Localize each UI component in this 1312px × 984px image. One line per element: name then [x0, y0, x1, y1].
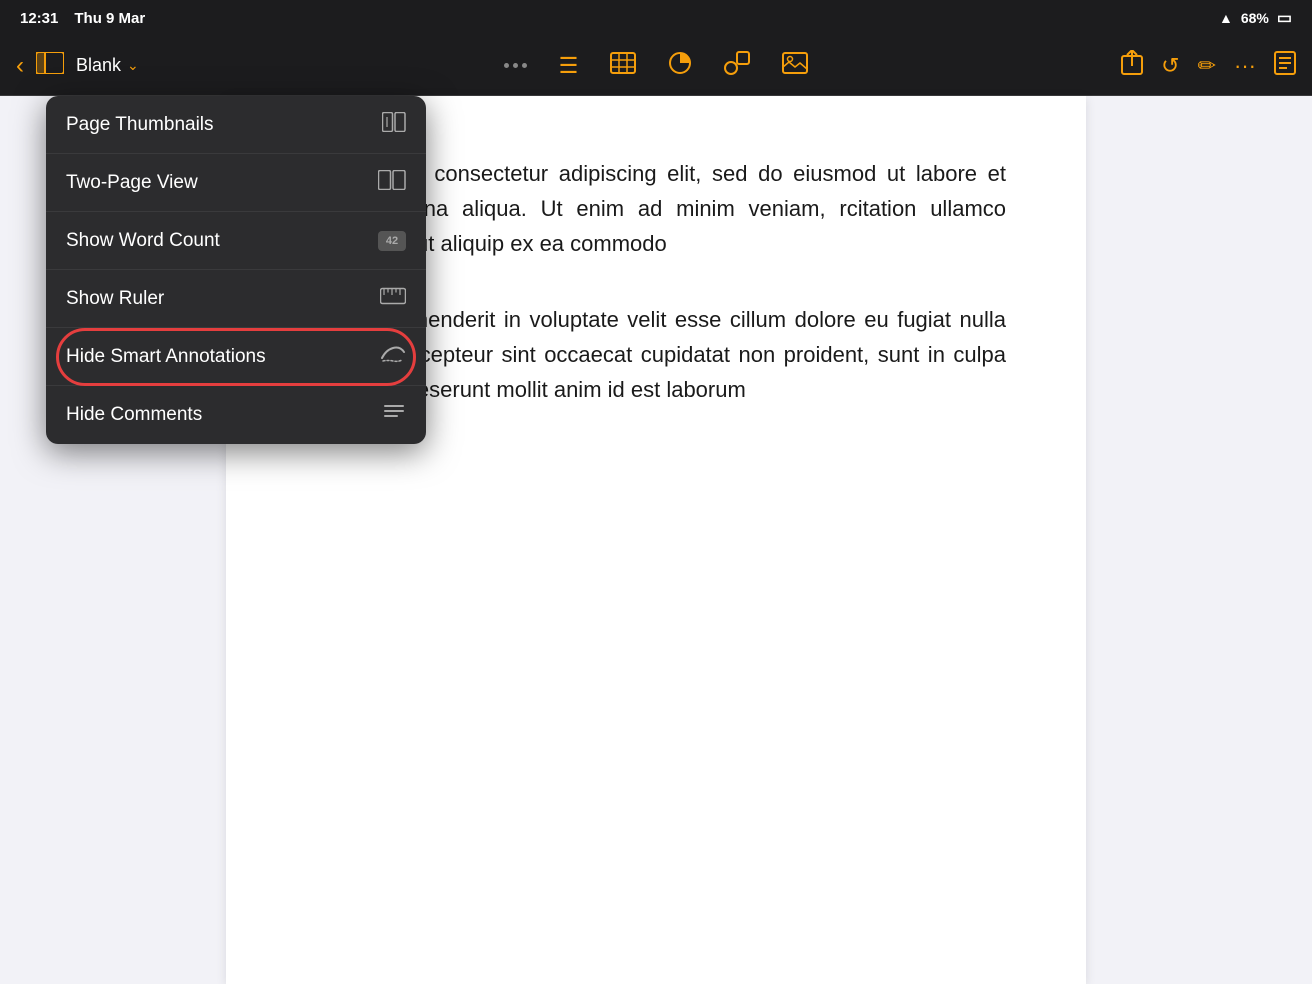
dropdown-menu: Page Thumbnails Two-Page View Show Wo	[46, 96, 426, 444]
pen-icon[interactable]: ✏	[1198, 53, 1216, 79]
menu-item-show-ruler-label: Show Ruler	[66, 288, 368, 310]
menu-item-hide-comments[interactable]: Hide Comments	[46, 386, 426, 444]
menu-item-hide-comments-label: Hide Comments	[66, 404, 370, 426]
sidebar-toggle-button[interactable]	[36, 52, 64, 80]
undo-icon[interactable]: ↺	[1161, 53, 1179, 79]
table-icon[interactable]	[610, 52, 636, 80]
menu-item-show-word-count-label: Show Word Count	[66, 230, 366, 252]
status-bar: 12:31 Thu 9 Mar ▲ 68% ▭	[0, 0, 1312, 36]
toolbar-right: ↺ ✏ ···	[1076, 50, 1296, 82]
main-content: or sit amet, consectetur adipiscing elit…	[0, 96, 1312, 984]
status-date: Thu 9 Mar	[74, 10, 145, 27]
toolbar-left: ‹ Blank ⌄	[16, 52, 236, 80]
menu-item-hide-smart-annotations-label: Hide Smart Annotations	[66, 346, 368, 368]
menu-item-page-thumbnails[interactable]: Page Thumbnails	[46, 96, 426, 154]
thumbnails-icon	[382, 112, 406, 138]
battery-percent: 68%	[1241, 10, 1269, 26]
battery-icon: ▭	[1277, 8, 1292, 28]
ruler-icon	[380, 285, 406, 313]
status-time: 12:31	[20, 10, 58, 27]
annotations-icon	[380, 344, 406, 370]
doc-title: Blank	[76, 55, 121, 76]
toolbar: ‹ Blank ⌄ ☰	[0, 36, 1312, 96]
menu-item-show-word-count[interactable]: Show Word Count 42	[46, 212, 426, 270]
wifi-icon: ▲	[1219, 10, 1233, 26]
chart-icon[interactable]	[668, 51, 692, 81]
toolbar-ellipsis	[504, 63, 527, 68]
list-icon[interactable]: ☰	[559, 53, 579, 79]
menu-item-two-page-view[interactable]: Two-Page View	[46, 154, 426, 212]
back-button[interactable]: ‹	[16, 52, 24, 80]
word-count-icon: 42	[378, 231, 406, 251]
comments-icon	[382, 401, 406, 429]
menu-item-show-ruler[interactable]: Show Ruler	[46, 270, 426, 328]
two-page-icon	[378, 170, 406, 196]
chevron-down-icon: ⌄	[127, 57, 139, 74]
more-icon[interactable]: ···	[1234, 53, 1256, 79]
menu-item-page-thumbnails-label: Page Thumbnails	[66, 114, 370, 136]
status-right: ▲ 68% ▭	[1219, 8, 1292, 28]
menu-item-hide-smart-annotations[interactable]: Hide Smart Annotations	[46, 328, 426, 386]
toolbar-center: ☰	[236, 51, 1076, 81]
format-icon[interactable]	[1274, 51, 1296, 81]
menu-item-two-page-view-label: Two-Page View	[66, 172, 366, 194]
doc-title-area[interactable]: Blank ⌄	[76, 55, 139, 76]
image-icon[interactable]	[782, 52, 808, 80]
shapes-icon[interactable]	[724, 51, 750, 81]
share-icon[interactable]	[1121, 50, 1143, 82]
